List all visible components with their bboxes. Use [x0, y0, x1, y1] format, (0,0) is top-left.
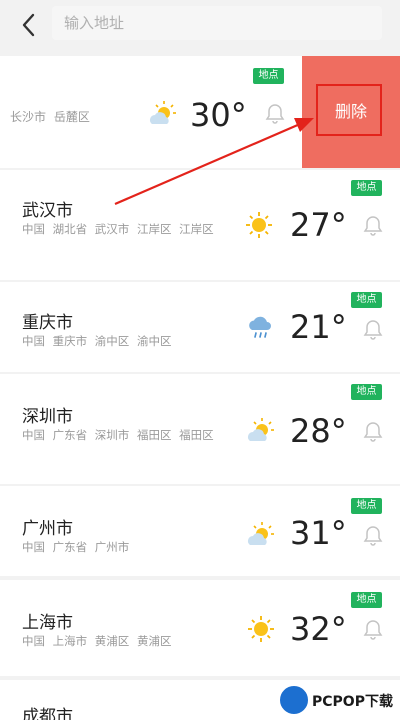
- sunny-icon: [246, 212, 272, 238]
- bell-icon[interactable]: [362, 420, 384, 442]
- logo-icon: [278, 684, 310, 716]
- watermark-text: PCPOP下载: [312, 694, 393, 710]
- city-temperature: 27°: [290, 206, 347, 244]
- top-bar: [0, 0, 400, 52]
- back-arrow-icon[interactable]: [14, 10, 44, 40]
- city-card-chongqing[interactable]: 地点 重庆市 中国 重庆市 渝中区 渝中区 21°: [0, 282, 400, 372]
- city-region: 中国 广东省 深圳市 福田区 福田区: [22, 428, 214, 442]
- city-temperature: 31°: [290, 514, 347, 552]
- city-name: 广州市: [22, 519, 73, 539]
- sunny-icon: [248, 616, 274, 642]
- city-temperature: 28°: [290, 412, 347, 450]
- bell-icon[interactable]: [362, 214, 384, 236]
- city-temperature: 21°: [290, 308, 347, 346]
- city-card-shenzhen[interactable]: 地点 深圳市 中国 广东省 深圳市 福田区 福田区 28°: [0, 374, 400, 484]
- bell-icon[interactable]: [362, 524, 384, 546]
- bell-icon[interactable]: [264, 102, 286, 124]
- location-tag: 地点: [351, 592, 382, 608]
- city-temperature: 32°: [290, 610, 347, 648]
- delete-button[interactable]: 删除: [302, 56, 400, 168]
- city-card-guangzhou[interactable]: 地点 广州市 中国 广东省 广州市 31°: [0, 486, 400, 576]
- bell-icon[interactable]: [362, 318, 384, 340]
- location-tag: 地点: [351, 180, 382, 196]
- location-tag: 地点: [253, 68, 284, 84]
- location-tag: 地点: [351, 292, 382, 308]
- bell-icon[interactable]: [362, 618, 384, 640]
- city-region: 中国 上海市 黄浦区 黄浦区: [22, 634, 172, 648]
- city-name: 武汉市: [22, 201, 73, 221]
- city-region: 中国 湖北省 武汉市 江岸区 江岸区: [22, 222, 214, 236]
- city-temperature: 30°: [190, 96, 247, 134]
- city-card-wuhan[interactable]: 地点 武汉市 中国 湖北省 武汉市 江岸区 江岸区 27°: [0, 170, 400, 280]
- city-name: 成都市: [22, 707, 73, 720]
- city-region: 长沙市 岳麓区: [10, 110, 90, 124]
- partly-cloudy-icon: [248, 418, 274, 441]
- partly-cloudy-icon: [248, 522, 274, 545]
- rain-icon: [249, 316, 271, 338]
- partly-cloudy-icon: [150, 101, 176, 124]
- city-region: 中国 广东省 广州市: [22, 540, 130, 554]
- city-card-shanghai[interactable]: 地点 上海市 中国 上海市 黄浦区 黄浦区 32°: [0, 580, 400, 676]
- watermark-logo: PCPOP下载: [278, 684, 398, 718]
- location-tag: 地点: [351, 498, 382, 514]
- city-name: 深圳市: [22, 407, 73, 427]
- city-list-page: 地点 长沙市 岳麓区 30° 删除 地点 武汉市 中国 湖北省 武汉市 江岸区 …: [0, 0, 400, 720]
- city-name: 重庆市: [22, 313, 73, 333]
- address-search[interactable]: [52, 6, 382, 40]
- city-region: 中国 重庆市 渝中区 渝中区: [22, 334, 172, 348]
- city-name: 上海市: [22, 613, 73, 633]
- address-search-input[interactable]: [52, 6, 382, 40]
- delete-label: 删除: [334, 102, 367, 121]
- location-tag: 地点: [351, 384, 382, 400]
